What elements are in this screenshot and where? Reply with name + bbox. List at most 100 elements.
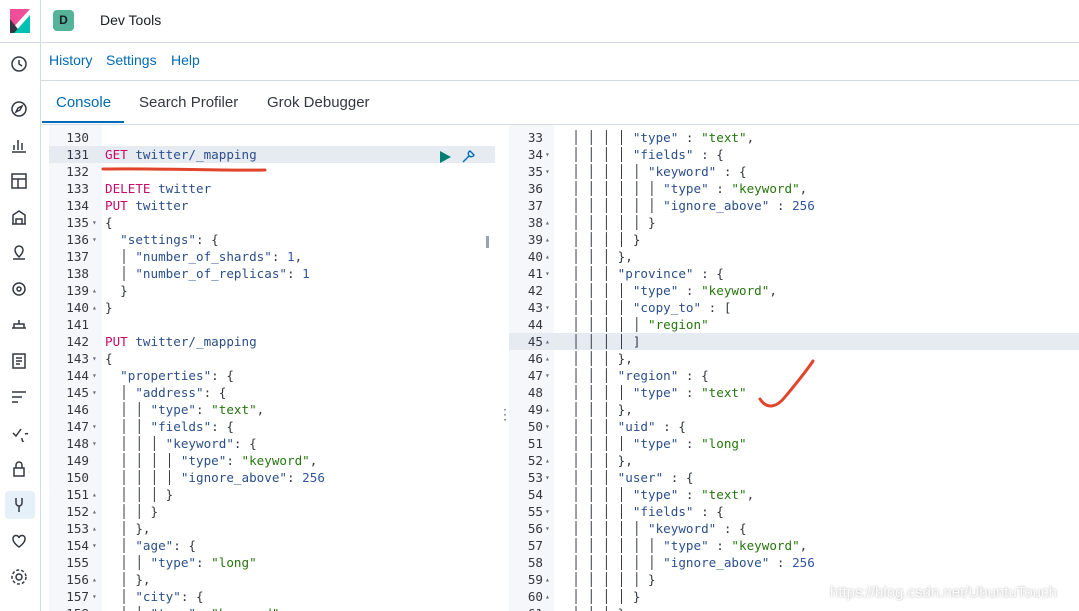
- infrastructure-icon[interactable]: [10, 316, 30, 336]
- scrollbar[interactable]: [486, 236, 489, 248]
- line-number: 37: [527, 198, 543, 213]
- code-token: ,: [294, 249, 303, 264]
- fold-close-icon[interactable]: ▴: [92, 503, 97, 520]
- line-number: 147: [66, 419, 89, 434]
- fold-open-icon[interactable]: ▾: [545, 469, 550, 486]
- maps-icon[interactable]: [10, 244, 30, 264]
- code-token: │ │ │ │: [557, 283, 633, 298]
- fold-open-icon[interactable]: ▾: [545, 367, 550, 384]
- settings-link[interactable]: Settings: [106, 52, 157, 68]
- visualize-icon[interactable]: [10, 136, 30, 156]
- fold-open-icon[interactable]: ▾: [92, 214, 97, 231]
- run-request-icon[interactable]: [439, 150, 451, 163]
- line-number: 135: [66, 215, 89, 230]
- code-token: :: [196, 555, 212, 570]
- code-token: : {: [716, 164, 747, 179]
- canvas-icon[interactable]: [10, 208, 30, 228]
- line-number: 144: [66, 368, 89, 383]
- kibana-logo-icon[interactable]: [10, 9, 30, 33]
- history-link[interactable]: History: [49, 52, 93, 68]
- fold-open-icon[interactable]: ▾: [92, 537, 97, 554]
- fold-close-icon[interactable]: ▴: [545, 401, 550, 418]
- fold-open-icon[interactable]: ▾: [545, 146, 550, 163]
- space-avatar[interactable]: D: [53, 10, 74, 31]
- code-token: "type": [663, 538, 709, 553]
- tab-search-profiler[interactable]: Search Profiler: [139, 94, 238, 111]
- line-number: 137: [66, 249, 89, 264]
- fold-close-icon[interactable]: ▴: [545, 350, 550, 367]
- fold-close-icon[interactable]: ▴: [545, 605, 550, 611]
- fold-open-icon[interactable]: ▾: [92, 418, 97, 435]
- code-token: "text": [701, 385, 747, 400]
- code-token: 256: [792, 555, 815, 570]
- code-line: 148 ▾ │ │ │ "keyword": {: [49, 435, 495, 452]
- code-text: │ │ │ │ "type" : "long": [557, 435, 746, 452]
- code-token: "text": [701, 130, 747, 145]
- fold-open-icon[interactable]: ▾: [92, 384, 97, 401]
- code-line: 144 ▾ "properties": {: [49, 367, 495, 384]
- fold-close-icon[interactable]: ▴: [545, 588, 550, 605]
- code-token: : {: [196, 232, 219, 247]
- fold-open-icon[interactable]: ▾: [92, 435, 97, 452]
- compass-icon[interactable]: [10, 100, 30, 120]
- fold-close-icon[interactable]: ▴: [92, 571, 97, 588]
- fold-close-icon[interactable]: ▴: [92, 520, 97, 537]
- line-number: 34: [527, 147, 543, 162]
- code-token: "keyword": [648, 521, 717, 536]
- fold-close-icon[interactable]: ▴: [92, 486, 97, 503]
- fold-open-icon[interactable]: ▾: [545, 163, 550, 180]
- code-token: ,: [309, 453, 318, 468]
- code-token: : {: [663, 470, 694, 485]
- request-editor[interactable]: 130 131 GET twitter/_mapping 132 133 DELETE t…: [49, 125, 495, 611]
- code-text: │ │ │ "province" : {: [557, 265, 724, 282]
- fold-open-icon[interactable]: ▾: [545, 418, 550, 435]
- wrench-icon[interactable]: [461, 149, 476, 164]
- management-icon[interactable]: [10, 568, 30, 588]
- code-text: │ │ "fields": {: [105, 418, 234, 435]
- code-text: │ │ │ "region" : {: [557, 367, 709, 384]
- code-token: "keyword": [731, 181, 800, 196]
- fold-close-icon[interactable]: ▴: [92, 282, 97, 299]
- nav-rail: [0, 43, 41, 611]
- fold-open-icon[interactable]: ▾: [545, 299, 550, 316]
- clock-icon[interactable]: [10, 55, 30, 75]
- uptime-icon[interactable]: [10, 424, 33, 445]
- fold-close-icon[interactable]: ▴: [545, 214, 550, 231]
- fold-open-icon[interactable]: ▾: [92, 588, 97, 605]
- tab-grok-debugger[interactable]: Grok Debugger: [267, 94, 370, 111]
- fold-close-icon[interactable]: ▴: [545, 452, 550, 469]
- fold-open-icon[interactable]: ▾: [92, 367, 97, 384]
- code-token: │ │ │ │ │: [557, 521, 648, 536]
- code-text: │ │ │ │ │ "region": [557, 316, 709, 333]
- apm-icon[interactable]: [10, 388, 30, 408]
- code-token: PUT: [105, 334, 136, 349]
- ml-icon[interactable]: [10, 280, 30, 300]
- help-link[interactable]: Help: [171, 52, 200, 68]
- fold-close-icon[interactable]: ▴: [92, 299, 97, 316]
- code-text: │ │ │ │ "fields" : {: [557, 503, 724, 520]
- dashboard-icon[interactable]: [10, 172, 30, 192]
- siem-icon[interactable]: [10, 460, 30, 480]
- code-text: │ │ "type": "text",: [105, 401, 264, 418]
- fold-close-icon[interactable]: ▴: [545, 333, 550, 350]
- code-token: "province": [617, 266, 694, 281]
- dev-tools-icon[interactable]: [10, 496, 30, 516]
- fold-open-icon[interactable]: ▾: [92, 350, 97, 367]
- code-token: │ │ │: [557, 368, 618, 383]
- code-token: │ │: [105, 606, 151, 611]
- fold-open-icon[interactable]: ▾: [545, 503, 550, 520]
- fold-close-icon[interactable]: ▴: [545, 231, 550, 248]
- monitoring-icon[interactable]: [10, 532, 30, 552]
- fold-open-icon[interactable]: ▾: [545, 265, 550, 282]
- fold-open-icon[interactable]: ▾: [545, 520, 550, 537]
- logs-icon[interactable]: [10, 352, 30, 372]
- tab-console[interactable]: Console: [56, 94, 111, 111]
- fold-close-icon[interactable]: ▴: [545, 571, 550, 588]
- code-text: │ │ │ }: [105, 486, 173, 503]
- code-token: "type": [632, 283, 679, 298]
- fold-open-icon[interactable]: ▾: [92, 231, 97, 248]
- fold-close-icon[interactable]: ▴: [545, 248, 550, 265]
- code-text: │ │ │ │ "fields" : {: [557, 146, 724, 163]
- line-number: 60: [527, 589, 543, 604]
